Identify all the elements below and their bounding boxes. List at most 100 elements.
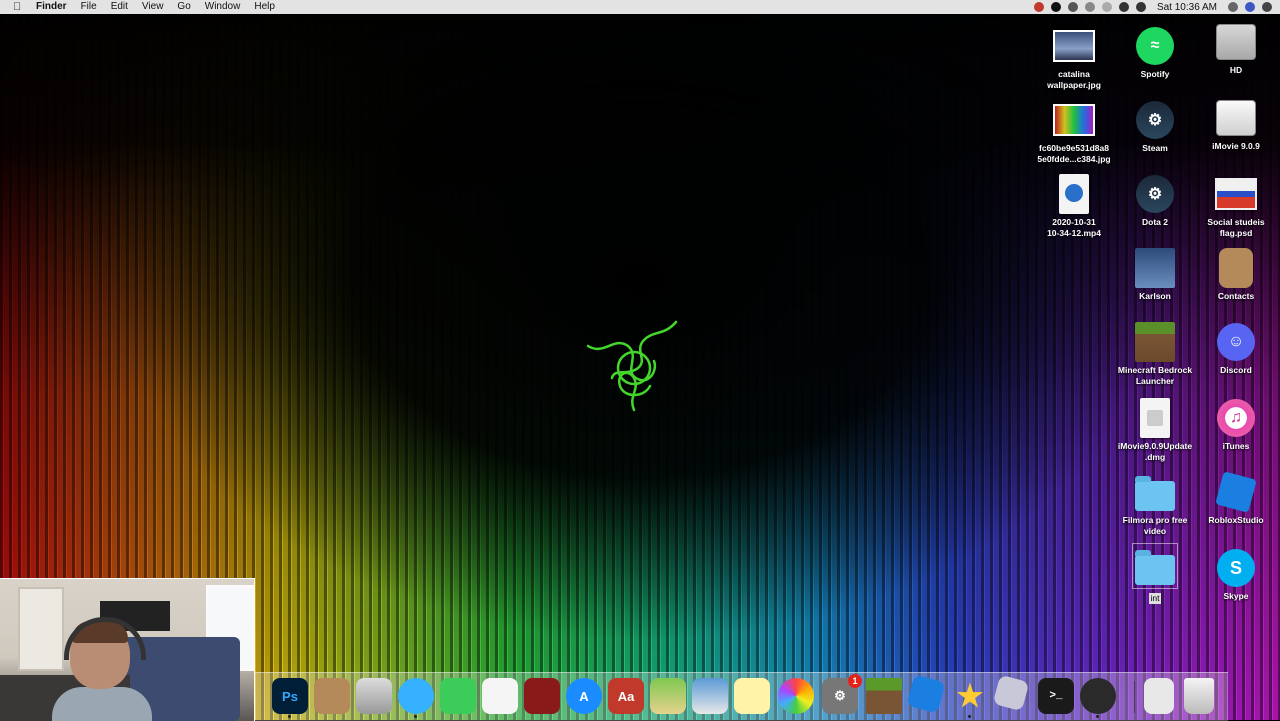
desktop-icon-label: Filmora pro free video — [1122, 515, 1188, 536]
dock-notes-icon[interactable] — [734, 678, 770, 714]
desktop-icon-unnamed-folder[interactable]: int — [1115, 543, 1195, 606]
desktop-icon-imovie-volume[interactable]: iMovie 9.0.9 — [1196, 96, 1276, 152]
desktop-icon-filmora-folder[interactable]: Filmora pro free video — [1115, 470, 1195, 536]
dock-maps-icon[interactable] — [650, 678, 686, 714]
contacts-icon — [1219, 248, 1253, 288]
dictionary-glyph: Aa — [617, 688, 635, 704]
dock-contacts-icon[interactable] — [314, 678, 350, 714]
steam-icon: ⚙ — [1136, 175, 1174, 213]
dock-separator — [1134, 681, 1135, 713]
desktop-icon-roblox-studio[interactable]: RobloxStudio — [1196, 470, 1276, 526]
dock-roblox-player-icon[interactable] — [992, 674, 1030, 712]
desktop-icon-label: RobloxStudio — [1208, 515, 1264, 525]
desktop-icon-label: Spotify — [1140, 69, 1170, 79]
spotlight-search-icon[interactable] — [1228, 2, 1238, 12]
dock-preview-icon[interactable] — [692, 678, 728, 714]
dock-photobooth-icon[interactable] — [524, 678, 560, 714]
wifi-icon[interactable] — [1118, 2, 1129, 12]
image-thumbnail-icon — [1053, 30, 1095, 62]
desktop-icon-catalina-wallpaper[interactable]: catalina wallpaper.jpg — [1034, 24, 1114, 90]
webcam-person-shirt — [52, 687, 152, 721]
desktop-icon-label: Karlson — [1139, 291, 1171, 301]
steam-icon: ⚙ — [1136, 101, 1174, 139]
menu-edit[interactable]: Edit — [104, 0, 135, 14]
image-thumbnail-icon — [1053, 104, 1095, 136]
desktop-icon-label: Social studeis flag.psd — [1207, 217, 1265, 238]
desktop-icon-label: Dota 2 — [1142, 217, 1168, 227]
desktop-icon-spotify[interactable]: ≈ Spotify — [1115, 24, 1195, 80]
dock-trash-icon[interactable] — [1184, 678, 1214, 714]
apple-menu-icon[interactable]:  — [13, 1, 25, 13]
desktop-icon-label: iMovie 9.0.9 — [1212, 141, 1260, 151]
desktop-icon-discord[interactable]: ☺ Discord — [1196, 320, 1276, 376]
folder-rename-field[interactable]: int — [1148, 593, 1162, 604]
dmg-file-icon — [1140, 398, 1170, 438]
dock: Ps A Aa ⚙ 1 ★ >_ — [254, 672, 1228, 721]
minecraft-icon — [1135, 322, 1175, 362]
menubar-clock[interactable]: Sat 10:36 AM — [1153, 2, 1221, 13]
record-status-icon[interactable] — [1050, 2, 1061, 12]
dock-obs-icon[interactable] — [1080, 678, 1116, 718]
skype-icon: S — [1217, 549, 1255, 587]
desktop-icon-label: Skype — [1223, 591, 1249, 601]
dock-appstore-icon[interactable]: A — [566, 678, 602, 714]
dock-imovie-star-icon[interactable]: ★ — [952, 678, 988, 718]
notification-badge: 1 — [848, 674, 862, 688]
karlson-icon — [1135, 248, 1175, 288]
desktop-icon-minecraft-launcher[interactable]: Minecraft Bedrock Launcher — [1115, 320, 1195, 386]
dock-dictionary-icon[interactable]: Aa — [608, 678, 644, 714]
desktop-icon-skype[interactable]: S Skype — [1196, 546, 1276, 602]
dock-roblox-icon[interactable] — [906, 674, 946, 714]
hard-drive-icon — [1216, 24, 1256, 60]
dock-reminders-icon[interactable] — [482, 678, 518, 714]
desktop-icon-label: catalina wallpaper.jpg — [1047, 69, 1101, 90]
desktop-icon-steam[interactable]: ⚙ Steam — [1115, 98, 1195, 154]
desktop-icon-itunes[interactable]: ♫ iTunes — [1196, 396, 1276, 452]
status-area: Sat 10:36 AM — [1033, 0, 1272, 14]
app-menu[interactable]: Finder — [29, 0, 74, 14]
dock-downloads-stack-icon[interactable] — [1144, 678, 1174, 714]
desktop-icon-social-studies-psd[interactable]: Social studeis flag.psd — [1196, 172, 1276, 238]
photoshop-glyph: Ps — [282, 688, 298, 704]
menu-bar:  Finder File Edit View Go Window Help S… — [0, 0, 1280, 14]
menu-help[interactable]: Help — [247, 0, 282, 14]
disk-image-icon — [1216, 100, 1256, 136]
spotify-icon: ≈ — [1136, 27, 1174, 65]
desktop-icon-hd[interactable]: HD — [1196, 20, 1276, 76]
desktop-icon-karlson[interactable]: Karlson — [1115, 246, 1195, 302]
webcam-overlay — [0, 578, 255, 721]
desktop-icon-fc60-jpg[interactable]: fc60be9e531d8a8 5e0fdde...c384.jpg — [1034, 98, 1114, 164]
desktop-icon-label: Minecraft Bedrock Launcher — [1117, 365, 1193, 386]
desktop-icon-imovie-dmg[interactable]: iMovie9.0.9Update .dmg — [1115, 396, 1195, 462]
dropbox-status-icon[interactable] — [1067, 2, 1078, 12]
dock-terminal-icon[interactable]: >_ — [1038, 678, 1074, 714]
obs-status-icon[interactable] — [1033, 2, 1044, 12]
desktop-icon-label: Discord — [1220, 365, 1252, 375]
dock-facetime-icon[interactable] — [440, 678, 476, 714]
menu-go[interactable]: Go — [170, 0, 197, 14]
desktop-icon-contacts[interactable]: Contacts — [1196, 246, 1276, 302]
discord-icon: ☺ — [1217, 323, 1255, 361]
roblox-studio-icon — [1215, 471, 1257, 513]
desktop-icon-label: 2020-10-31 10-34-12.mp4 — [1047, 217, 1101, 238]
menu-window[interactable]: Window — [198, 0, 248, 14]
menu-file[interactable]: File — [74, 0, 104, 14]
dock-system-preferences-icon[interactable]: ⚙ 1 — [822, 674, 862, 714]
volume-icon[interactable] — [1135, 2, 1146, 12]
dock-calculator-icon[interactable] — [356, 678, 392, 714]
desktop-icon-dota2[interactable]: ⚙ Dota 2 — [1115, 172, 1195, 228]
desktop-icon-label: HD — [1229, 65, 1243, 75]
desktop-icon-mp4-file[interactable]: 2020-10-31 10-34-12.mp4 — [1034, 172, 1114, 238]
dock-messages-icon[interactable] — [398, 678, 434, 718]
folder-icon — [1135, 550, 1175, 585]
bluetooth-icon[interactable] — [1101, 2, 1112, 12]
desktop-icon-label: fc60be9e531d8a8 5e0fdde...c384.jpg — [1037, 143, 1111, 164]
video-file-icon — [1059, 174, 1089, 214]
user-avatar-icon[interactable] — [1245, 2, 1255, 12]
dock-minecraft-icon[interactable] — [866, 678, 902, 714]
notification-center-icon[interactable] — [1262, 2, 1272, 12]
dock-photos-icon[interactable] — [778, 678, 814, 714]
timemachine-status-icon[interactable] — [1084, 2, 1095, 12]
menu-view[interactable]: View — [135, 0, 171, 14]
dock-photoshop-icon[interactable]: Ps — [272, 678, 308, 718]
